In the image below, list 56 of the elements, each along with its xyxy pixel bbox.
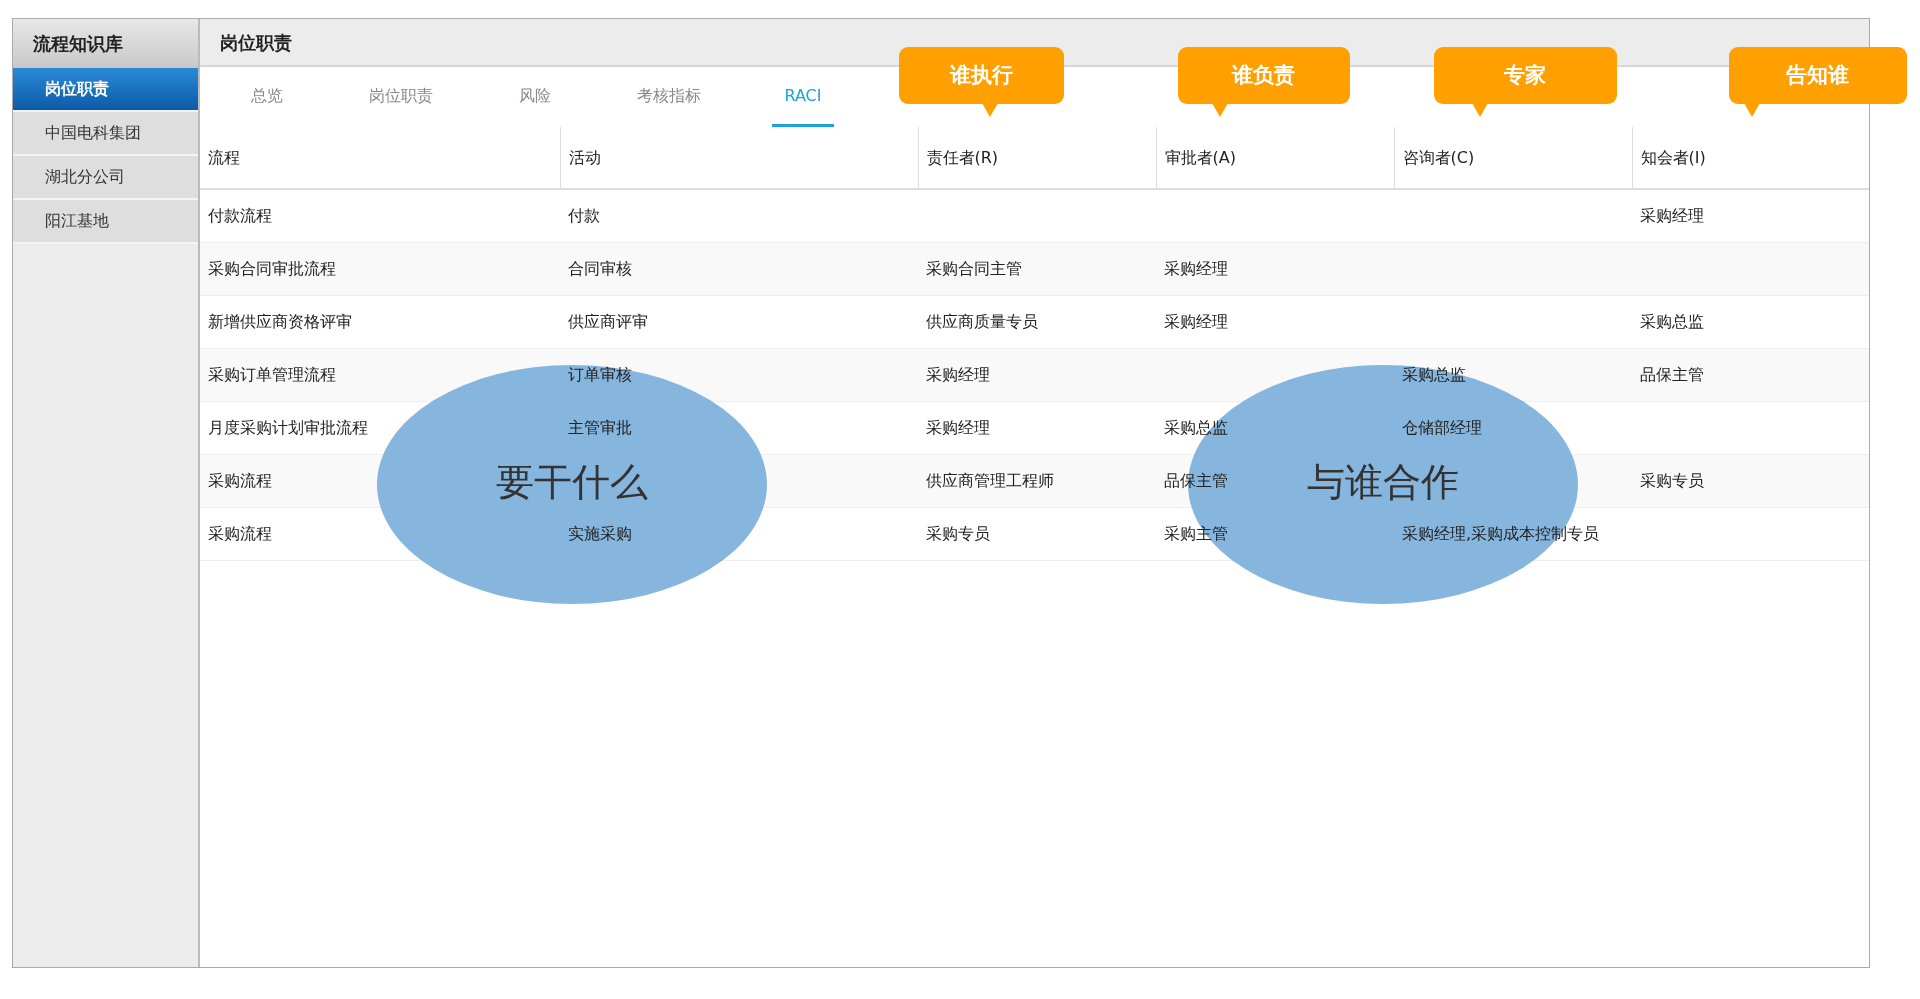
tab[interactable]: 总览 [200, 67, 334, 127]
table-cell: 供应商管理工程师 [926, 470, 1054, 490]
callout: 专家 [1433, 47, 1617, 104]
table-cell: 付款 [568, 205, 600, 225]
tab[interactable]: RACI [772, 67, 834, 127]
table-cell: 付款流程 [208, 205, 272, 225]
table-cell: 订单审核 [568, 364, 632, 384]
ellipse-label: 与谁合作 [1307, 463, 1459, 501]
table-cell: 新增供应商资格评审 [208, 311, 352, 331]
table-cell: 主管审批 [568, 417, 632, 437]
table-cell: 采购主管 [1164, 523, 1228, 543]
table-cell: 品保主管 [1640, 364, 1704, 384]
sidebar-item[interactable]: 阳江基地 [13, 200, 198, 244]
callout: 谁负责 [1177, 47, 1350, 104]
table-cell: 采购专员 [1640, 470, 1704, 490]
column-header: 责任者(R) [926, 147, 999, 167]
table-cell: 采购流程 [208, 523, 272, 543]
table-cell: 供应商评审 [568, 311, 648, 331]
table-cell: 采购专员 [926, 523, 990, 543]
callout-pointer [1743, 103, 1760, 117]
tab[interactable]: 考核指标 [602, 67, 736, 127]
table-cell: 采购总监 [1640, 311, 1704, 331]
callout: 告知谁 [1728, 47, 1907, 104]
column-header: 知会者(I) [1640, 147, 1706, 167]
ellipse-label: 要干什么 [496, 463, 648, 501]
sidebar-item[interactable]: 中国电科集团 [13, 112, 198, 156]
table-cell: 实施采购 [568, 523, 632, 543]
callout-pointer [1471, 103, 1488, 117]
sidebar-item[interactable]: 岗位职责 [13, 68, 198, 112]
table-cell: 采购合同审批流程 [208, 258, 336, 278]
table-cell: 采购经理 [926, 364, 990, 384]
table-cell: 合同审核 [568, 258, 632, 278]
table-cell: 供应商质量专员 [926, 311, 1038, 331]
callout-pointer [981, 103, 998, 117]
sidebar-item[interactable]: 湖北分公司 [13, 156, 198, 200]
table-cell: 采购总监 [1402, 364, 1466, 384]
column-header: 咨询者(C) [1402, 147, 1475, 167]
table-cell: 采购经理 [1640, 205, 1704, 225]
table-cell: 采购订单管理流程 [208, 364, 336, 384]
table-cell: 品保主管 [1164, 470, 1228, 490]
tab[interactable]: 岗位职责 [334, 67, 468, 127]
table-cell: 采购经理 [1164, 258, 1228, 278]
table-cell: 仓储部经理 [1402, 417, 1482, 437]
table-cell: 采购合同主管 [926, 258, 1022, 278]
table-cell: 采购流程 [208, 470, 272, 490]
column-header: 活动 [568, 147, 601, 167]
table-cell: 采购总监 [1164, 417, 1228, 437]
table-cell: 月度采购计划审批流程 [208, 417, 368, 437]
callout: 谁执行 [898, 47, 1064, 104]
column-header: 审批者(A) [1164, 147, 1236, 167]
table-cell: 采购经理 [1164, 311, 1228, 331]
column-header: 流程 [208, 147, 240, 167]
table-cell: 采购经理 [926, 417, 990, 437]
callout-pointer [1211, 103, 1228, 117]
sidebar-title: 流程知识库 [13, 19, 198, 68]
tab[interactable]: 风险 [468, 67, 602, 127]
